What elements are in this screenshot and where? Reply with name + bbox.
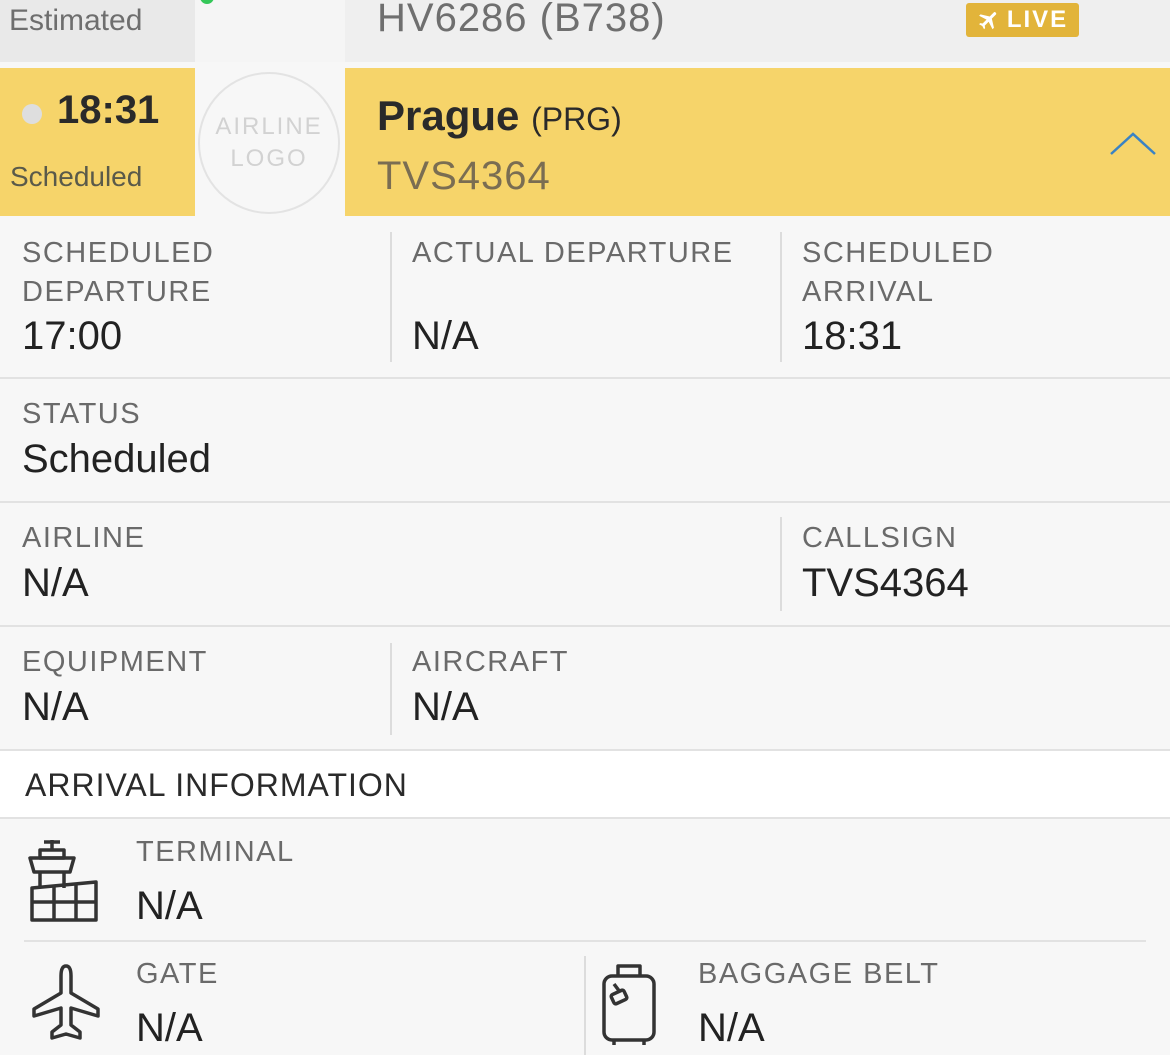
- arrival-information-header: ARRIVAL INFORMATION: [0, 751, 1170, 819]
- terminal-label: TERMINAL: [136, 836, 295, 868]
- airline-row: AIRLINE N/A CALLSIGN TVS4364: [0, 503, 1170, 627]
- airline-cell: AIRLINE N/A: [0, 503, 780, 625]
- callsign-label: CALLSIGN: [802, 522, 958, 554]
- aircraft-value: N/A: [412, 685, 479, 729]
- status-row: STATUS Scheduled: [0, 379, 1170, 503]
- times-row: SCHEDULED DEPARTURE 17:00 ACTUAL DEPARTU…: [0, 216, 1170, 379]
- live-badge-label: LIVE: [1006, 6, 1069, 33]
- equipment-label: EQUIPMENT: [22, 646, 208, 678]
- equipment-value: N/A: [22, 685, 89, 729]
- flight-row-selected[interactable]: 18:31 Scheduled AIRLINE LOGO Prague (PRG…: [0, 68, 1170, 216]
- flight-number: HV6286 (B738): [377, 0, 666, 40]
- airline-logo-column: AIRLINE LOGO: [195, 68, 345, 216]
- flight-status-label: Estimated: [9, 4, 143, 37]
- gate-label: GATE: [136, 958, 219, 990]
- callsign-value: TVS4364: [802, 561, 969, 605]
- scheduled-arrival-cell: SCHEDULED ARRIVAL 18:31: [780, 216, 1170, 377]
- airplane-icon: [32, 964, 100, 1040]
- actual-departure-label: ACTUAL DEPARTURE: [412, 237, 734, 269]
- scheduled-departure-label: SCHEDULED DEPARTURE: [22, 237, 215, 308]
- scheduled-arrival-label: SCHEDULED ARRIVAL: [802, 237, 995, 308]
- column-divider: [390, 643, 392, 735]
- logo-text-line1: AIRLINE: [215, 113, 323, 140]
- scheduled-departure-cell: SCHEDULED DEPARTURE 17:00: [0, 216, 390, 377]
- column-divider: [584, 956, 586, 1055]
- actual-departure-value: N/A: [412, 314, 479, 358]
- aircraft-cell: AIRCRAFT N/A: [390, 627, 1170, 749]
- airline-logo-placeholder: AIRLINE LOGO: [198, 72, 340, 214]
- airline-value: N/A: [22, 561, 89, 605]
- status-value: Scheduled: [22, 437, 212, 481]
- airplane-icon: [978, 12, 996, 30]
- scheduled-arrival-value: 18:31: [802, 314, 903, 358]
- live-badge[interactable]: LIVE: [966, 3, 1079, 37]
- callsign-cell: CALLSIGN TVS4364: [780, 503, 1170, 625]
- luggage-icon: [602, 964, 656, 1045]
- terminal-value: N/A: [136, 884, 203, 928]
- divider: [24, 940, 1146, 942]
- destination-city: Prague: [377, 92, 520, 139]
- status-cell: STATUS Scheduled: [0, 379, 1170, 501]
- control-tower-icon: [28, 840, 98, 922]
- gate-value: N/A: [136, 1006, 203, 1050]
- column-divider: [780, 232, 782, 362]
- airline-label: AIRLINE: [22, 522, 146, 554]
- baggage-belt-label: BAGGAGE BELT: [698, 958, 940, 990]
- status-label: STATUS: [22, 398, 142, 430]
- scheduled-departure-value: 17:00: [22, 314, 123, 358]
- flight-row-previous[interactable]: Estimated HV6286 (B738) LIVE: [0, 0, 1170, 62]
- flight-status-column: Estimated: [0, 0, 195, 62]
- equipment-cell: EQUIPMENT N/A: [0, 627, 390, 749]
- aircraft-label: AIRCRAFT: [412, 646, 569, 678]
- section-title: ARRIVAL INFORMATION: [25, 767, 408, 803]
- equipment-row: EQUIPMENT N/A AIRCRAFT N/A: [0, 627, 1170, 751]
- flight-status-label: Scheduled: [10, 161, 143, 192]
- chevron-up-icon[interactable]: [1108, 130, 1158, 158]
- airline-logo-column: [195, 0, 345, 62]
- flight-callsign: TVS4364: [377, 154, 551, 198]
- destination-code: (PRG): [531, 101, 622, 137]
- column-divider: [780, 517, 782, 611]
- status-dot: [22, 104, 42, 124]
- actual-departure-cell: ACTUAL DEPARTURE N/A: [390, 216, 780, 377]
- flight-time: 18:31: [57, 88, 160, 132]
- logo-text-line2: LOGO: [230, 145, 308, 172]
- column-divider: [390, 232, 392, 362]
- baggage-belt-value: N/A: [698, 1006, 765, 1050]
- destination: Prague (PRG): [377, 92, 622, 140]
